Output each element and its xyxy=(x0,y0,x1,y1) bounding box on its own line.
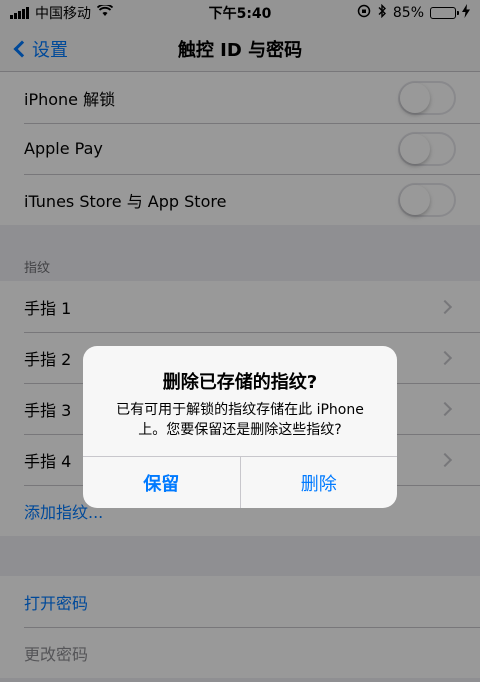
alert-buttons: 保留 删除 xyxy=(83,456,397,508)
modal-overlay xyxy=(0,0,480,682)
alert-title: 删除已存储的指纹? xyxy=(162,372,318,393)
keep-button[interactable]: 保留 xyxy=(83,457,241,508)
alert-message: 已有可用于解锁的指纹存储在此 iPhone 上。您要保留还是删除这些指纹? xyxy=(116,402,364,438)
delete-button[interactable]: 删除 xyxy=(241,457,398,508)
delete-fingerprints-alert: 删除已存储的指纹? 已有可用于解锁的指纹存储在此 iPhone 上。您要保留还是… xyxy=(83,346,397,508)
